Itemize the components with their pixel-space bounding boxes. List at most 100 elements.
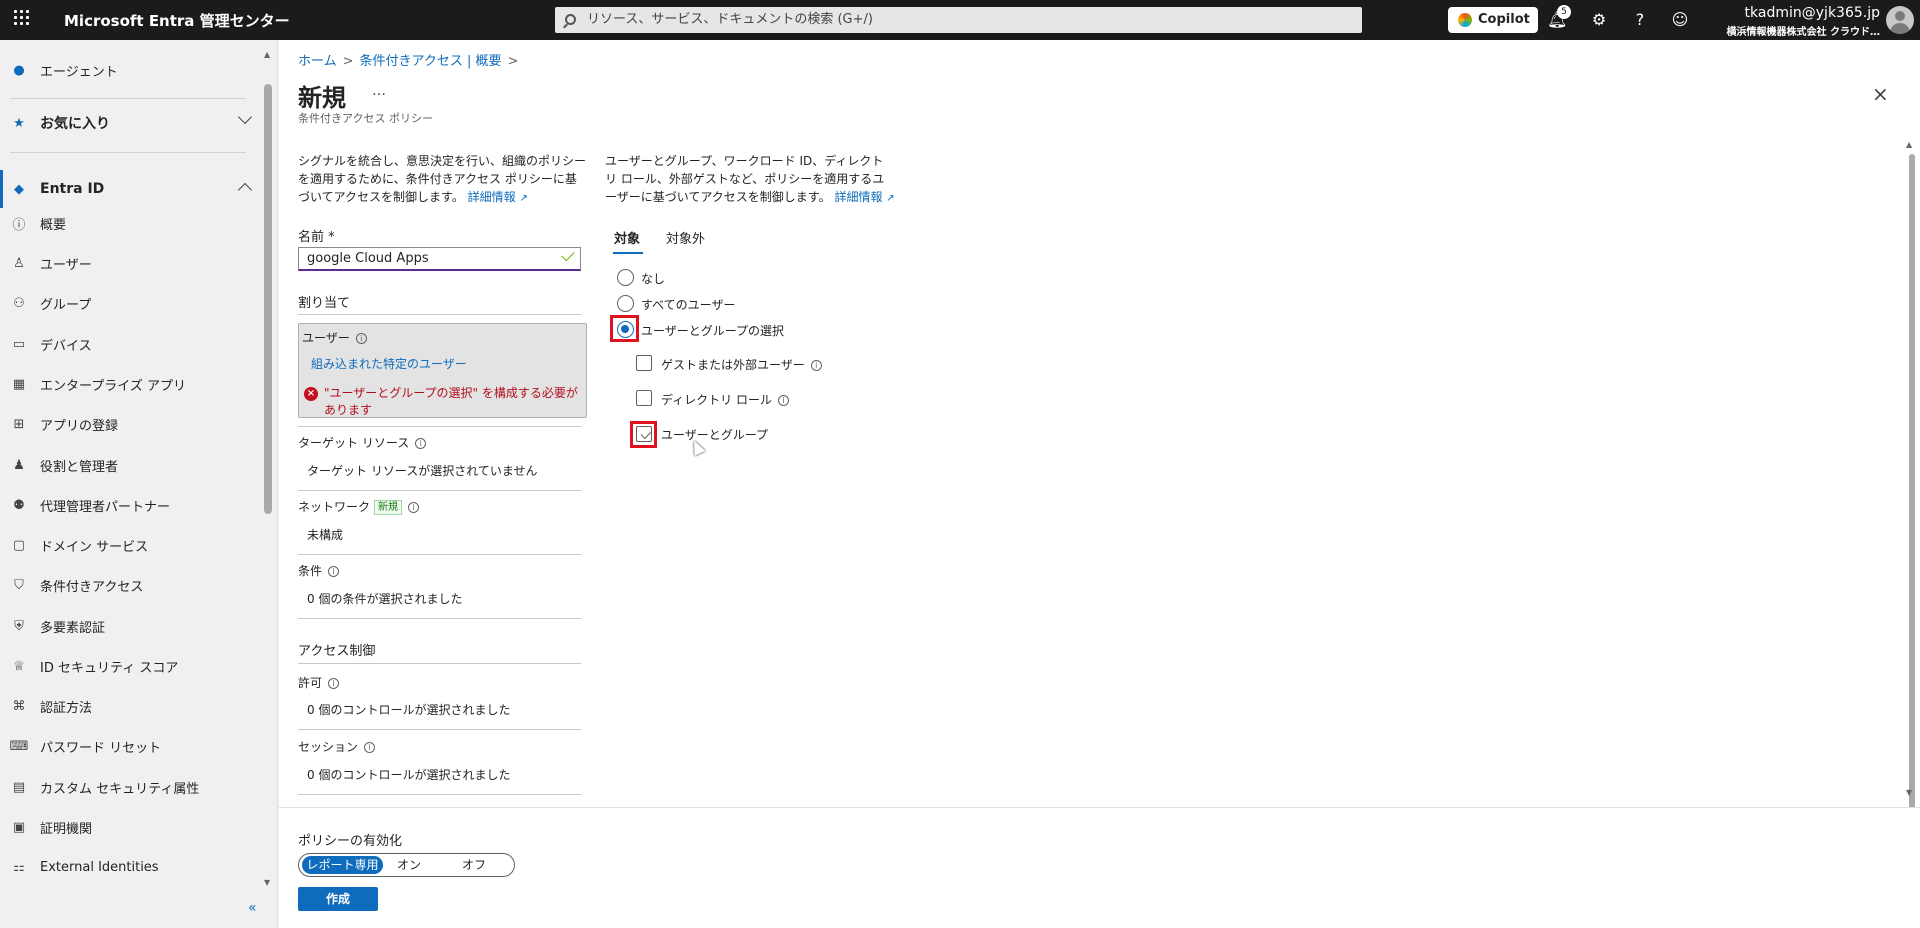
users-selection-link[interactable]: 組み込まれた特定のユーザー (311, 355, 467, 372)
domain-icon: ▢ (12, 537, 26, 553)
portal-brand[interactable]: Microsoft Entra 管理センター (64, 10, 290, 31)
global-search-input[interactable]: リソース、サービス、ドキュメントの検索 (G+/) (555, 7, 1362, 33)
sidebar-item-enterprise-apps[interactable]: ▦ エンタープライズ アプリ (0, 364, 262, 404)
user-organization: 横浜情報機器株式会社 クラウド… (1726, 27, 1880, 38)
sidebar-item-agents[interactable]: ● エージェント (0, 50, 262, 90)
feedback-icon[interactable]: ☺ (1670, 10, 1690, 30)
name-label: 名前 * (298, 230, 335, 245)
users-assignment-card[interactable]: ユーザー i 組み込まれた特定のユーザー × "ユーザーとグループの選択" を構成… (298, 323, 587, 418)
toggle-option-off[interactable]: オフ (449, 856, 499, 874)
grant-label: 許可 (298, 676, 323, 690)
sidebar-item-password-reset[interactable]: ⌨ パスワード リセット (0, 726, 262, 766)
info-icon[interactable]: i (408, 502, 420, 513)
app-registration-icon: ⊞ (13, 416, 25, 432)
network-link[interactable]: 未構成 (307, 526, 343, 543)
session-label: セッション (298, 740, 359, 754)
sidebar-item-auth-methods[interactable]: ⌘ 認証方法 (0, 686, 262, 726)
checkbox-directory-roles-label[interactable]: ディレクトリ ロール i (661, 391, 789, 408)
checkbox-guest-external-users-label[interactable]: ゲストまたは外部ユーザー i (661, 356, 822, 373)
sidebar-item-overview[interactable]: ⓘ 概要 (0, 203, 262, 243)
session-link[interactable]: 0 個のコントロールが選択されました (307, 766, 510, 783)
sidebar-item-label: アプリの登録 (40, 418, 119, 434)
info-icon[interactable]: i (810, 360, 822, 371)
partner-icon: ⚉ (13, 497, 25, 513)
tab-include[interactable]: 対象 (614, 228, 640, 247)
gear-icon[interactable]: ⚙ (1589, 10, 1609, 30)
access-controls-heading: アクセス制御 (298, 644, 376, 659)
checkbox-users-groups-label[interactable]: ユーザーとグループ (661, 426, 768, 443)
scroll-up-arrow[interactable]: ▲ (264, 50, 270, 59)
sidebar-item-groups[interactable]: ⚇ グループ (0, 283, 262, 323)
sidebar-item-external-identities[interactable]: ⚏ External Identities (0, 847, 262, 887)
sidebar-item-custom-security-attributes[interactable]: ▤ カスタム セキュリティ属性 (0, 767, 262, 807)
copilot-button[interactable]: Copilot (1448, 7, 1538, 33)
checkbox-label-text: ゲストまたは外部ユーザー (661, 358, 805, 372)
star-icon: ★ (13, 115, 25, 131)
checkbox-directory-roles[interactable] (636, 390, 652, 406)
radio-none-label[interactable]: なし (641, 270, 665, 287)
policy-name-input[interactable]: google Cloud Apps (298, 247, 581, 271)
sidebar-item-conditional-access[interactable]: ⛉ 条件付きアクセス (0, 565, 262, 605)
scroll-up-arrow[interactable]: ▲ (1906, 140, 1912, 149)
radio-all-users[interactable] (617, 295, 634, 312)
info-icon[interactable]: i (415, 438, 427, 449)
main-scrollbar[interactable] (1909, 154, 1915, 814)
conditions-link[interactable]: 0 個の条件が選択されました (307, 590, 462, 607)
sidebar-item-label: お気に入り (40, 116, 110, 132)
sidebar-scrollbar[interactable] (264, 84, 272, 514)
scroll-down-arrow[interactable]: ▼ (264, 878, 270, 887)
learn-more-link[interactable]: 詳細情報 (834, 190, 882, 204)
target-resources-link[interactable]: ターゲット リソースが選択されていません (307, 462, 538, 479)
radio-select-users-groups-label[interactable]: ユーザーとグループの選択 (641, 322, 784, 339)
sidebar-item-domain-services[interactable]: ▢ ドメイン サービス (0, 525, 262, 565)
info-icon[interactable]: i (355, 333, 367, 344)
sidebar-section-favorites[interactable]: ★ お気に入り (0, 103, 262, 143)
section-divider (298, 426, 581, 427)
sidebar-divider (10, 98, 246, 99)
info-icon[interactable]: i (328, 678, 340, 689)
sidebar-item-secure-score[interactable]: ♕ ID セキュリティ スコア (0, 646, 262, 686)
learn-more-link[interactable]: 詳細情報 (468, 190, 516, 204)
create-button[interactable]: 作成 (298, 887, 378, 911)
collapse-sidebar-button[interactable]: « (248, 900, 257, 916)
sidebar-item-delegated-partners[interactable]: ⚉ 代理管理者パートナー (0, 485, 262, 525)
tab-exclude[interactable]: 対象外 (666, 228, 705, 247)
sidebar-item-app-registrations[interactable]: ⊞ アプリの登録 (0, 404, 262, 444)
search-icon (565, 14, 576, 25)
radio-none[interactable] (617, 269, 634, 286)
network-label-row: ネットワーク 新規 i (298, 498, 420, 515)
session-label-row: セッション i (298, 738, 376, 755)
sidebar-item-devices[interactable]: ▭ デバイス (0, 324, 262, 364)
toggle-option-report-only[interactable]: レポート専用 (302, 856, 383, 874)
sidebar-item-roles-admins[interactable]: ♟ 役割と管理者 (0, 445, 262, 485)
sidebar-item-users[interactable]: ♙ ユーザー (0, 243, 262, 283)
search-placeholder: リソース、サービス、ドキュメントの検索 (G+/) (587, 12, 873, 27)
external-identities-icon: ⚏ (13, 859, 25, 875)
sidebar-item-certificate-authorities[interactable]: ▣ 証明機関 (0, 807, 262, 847)
checkbox-users-groups[interactable] (636, 426, 652, 442)
sidebar-item-mfa[interactable]: ⛨ 多要素認証 (0, 606, 262, 646)
app-launcher-icon[interactable] (14, 10, 30, 26)
info-icon[interactable]: i (777, 395, 789, 406)
breadcrumb-home[interactable]: ホーム (298, 54, 337, 69)
grant-link[interactable]: 0 個のコントロールが選択されました (307, 701, 510, 718)
breadcrumb-separator: > (507, 54, 519, 69)
checkbox-guest-external-users[interactable] (636, 355, 652, 371)
scroll-down-arrow[interactable]: ▼ (1906, 788, 1912, 797)
radio-all-users-label[interactable]: すべてのユーザー (641, 296, 735, 313)
close-icon[interactable]: × (1872, 82, 1889, 106)
radio-select-users-groups[interactable] (617, 321, 634, 338)
new-badge: 新規 (374, 500, 403, 515)
sidebar-divider (10, 152, 246, 153)
more-options-button[interactable]: … (372, 83, 387, 99)
toggle-option-on[interactable]: オン (389, 856, 429, 874)
help-icon[interactable]: ? (1630, 10, 1650, 30)
sidebar-item-label: 概要 (40, 217, 67, 233)
enable-policy-toggle[interactable]: レポート専用 オン オフ (298, 853, 515, 877)
avatar[interactable] (1886, 6, 1914, 34)
user-email[interactable]: tkadmin@yjk365.jp (1745, 5, 1880, 21)
info-icon[interactable]: i (364, 742, 376, 753)
sidebar-item-label: エージェント (40, 64, 118, 80)
info-icon[interactable]: i (328, 566, 340, 577)
breadcrumb-conditional-access[interactable]: 条件付きアクセス | 概要 (360, 54, 502, 69)
